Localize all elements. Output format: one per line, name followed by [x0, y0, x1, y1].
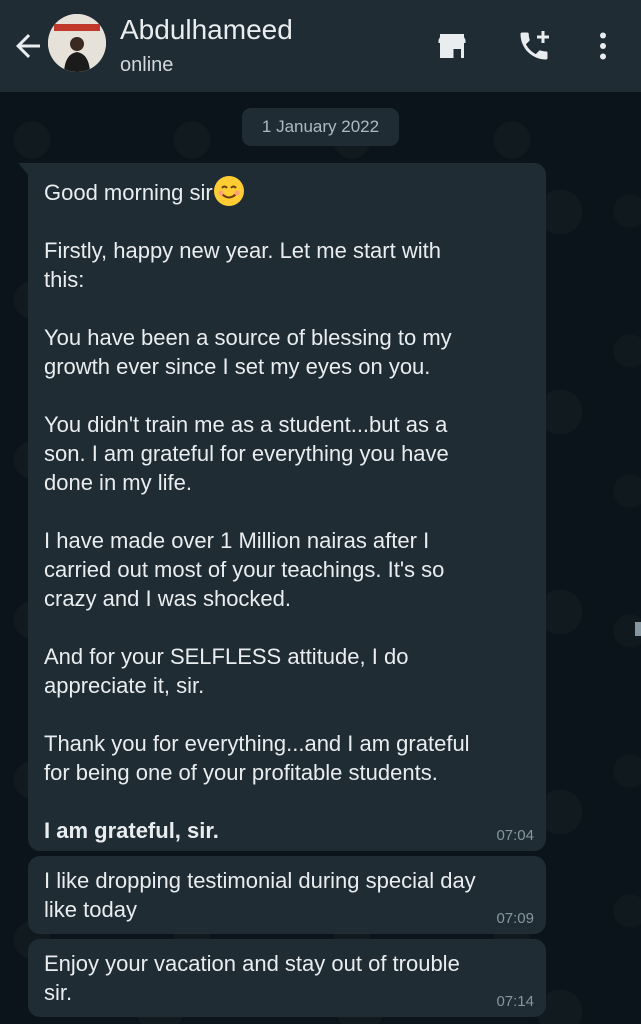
message-body: Firstly, happy new year. Let me start wi…	[44, 238, 470, 785]
message-bubble[interactable]: I like dropping testimonial during speci…	[28, 856, 546, 934]
smiling-face-emoji-icon	[213, 176, 244, 206]
more-vert-icon[interactable]	[585, 28, 621, 64]
contact-name[interactable]: Abdulhameed	[120, 14, 293, 46]
contact-status: online	[120, 54, 174, 76]
scrollbar-thumb[interactable]	[635, 622, 641, 636]
date-label: 1 January 2022	[242, 108, 399, 146]
message-time: 07:14	[496, 993, 534, 1010]
message-text: Enjoy your vacation and stay out of trou…	[44, 951, 460, 1005]
back-arrow-icon[interactable]	[10, 28, 46, 64]
message-bubble[interactable]: Good morning sir Firstly, happy new year…	[18, 163, 546, 851]
add-call-icon[interactable]	[516, 28, 552, 64]
message-bubble[interactable]: Enjoy your vacation and stay out of trou…	[28, 939, 546, 1017]
bubble-tail	[18, 163, 30, 177]
chat-header: Abdulhameed online	[0, 0, 641, 92]
message-time: 07:04	[496, 827, 534, 844]
store-icon[interactable]	[434, 28, 470, 64]
message-closing: I am grateful, sir.	[44, 818, 219, 843]
greeting-text: Good morning sir	[44, 180, 213, 205]
contact-avatar[interactable]	[48, 14, 106, 72]
message-text: I like dropping testimonial during speci…	[44, 868, 476, 922]
message-text: Good morning sir Firstly, happy new year…	[44, 175, 530, 845]
message-time: 07:09	[496, 910, 534, 927]
